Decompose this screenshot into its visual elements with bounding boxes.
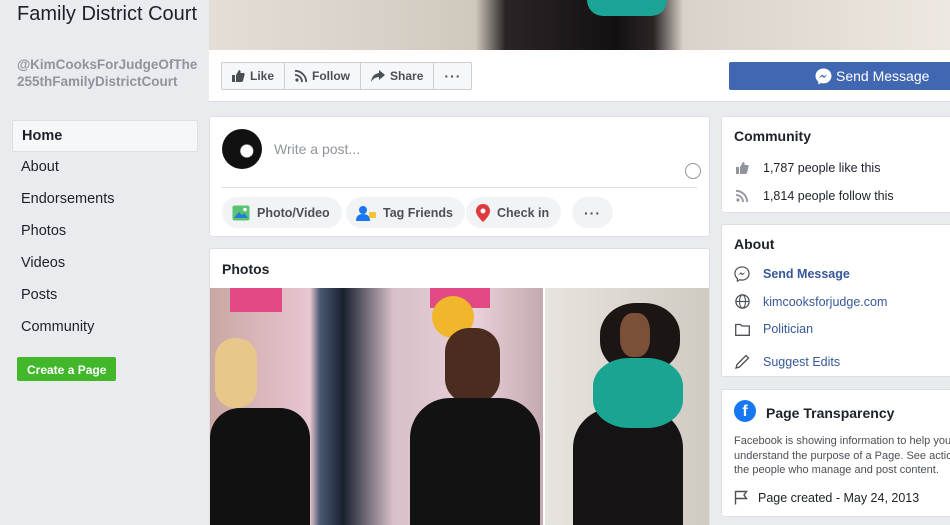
tag-friends-label: Tag Friends [383, 205, 453, 220]
nav-item-videos[interactable]: Videos [12, 248, 198, 280]
website-label: kimcooksforjudge.com [763, 294, 888, 309]
write-post-input[interactable]: Write a post... [274, 141, 360, 157]
page-transparency-card: f Page Transparency Facebook is showing … [721, 389, 950, 517]
thumbs-up-icon [735, 162, 749, 174]
community-card: Community 1,787 people like this 1,814 p… [721, 116, 950, 213]
rss-icon [295, 70, 308, 82]
share-label: Share [390, 69, 424, 83]
category-label: Politician [763, 322, 814, 336]
photos-title[interactable]: Photos [222, 261, 269, 277]
avatar[interactable] [222, 129, 262, 169]
photo-icon [232, 205, 250, 220]
page-handle[interactable]: @KimCooksForJudgeOfThe255thFamilyDistric… [17, 56, 199, 90]
likes-row: 1,787 people like this [734, 161, 880, 175]
facebook-logo-icon: f [734, 400, 756, 422]
photo-thumbnail[interactable] [545, 288, 709, 525]
messenger-icon [815, 68, 832, 84]
create-page-button[interactable]: Create a Page [17, 357, 117, 381]
action-button-group: Like Follow Share ··· [221, 62, 473, 90]
likes-count: 1,787 people like this [763, 161, 881, 175]
follow-button[interactable]: Follow [285, 63, 362, 89]
community-title[interactable]: Community [734, 128, 811, 144]
page-transparency-description: Facebook is showing information to help … [734, 435, 950, 476]
left-nav: Home About Endorsements Photos Videos Po… [12, 120, 198, 344]
nav-item-community[interactable]: Community [12, 312, 198, 344]
about-send-message-label: Send Message [763, 267, 850, 281]
suggest-edits-link[interactable]: Suggest Edits [734, 354, 840, 369]
follows-count: 1,814 people follow this [763, 189, 894, 203]
share-arrow-icon [371, 70, 386, 82]
check-in-label: Check in [497, 205, 550, 220]
send-message-label: Send Message [836, 68, 930, 84]
nav-item-endorsements[interactable]: Endorsements [12, 184, 198, 216]
photo-video-button[interactable]: Photo/Video [222, 197, 342, 228]
follows-row: 1,814 people follow this [734, 189, 894, 203]
nav-item-home[interactable]: Home [12, 120, 198, 152]
messenger-icon [734, 266, 750, 282]
tag-friends-icon [356, 205, 376, 221]
post-composer: Write a post... Photo/Video Tag Friends … [209, 116, 710, 237]
nav-item-posts[interactable]: Posts [12, 280, 198, 312]
pencil-icon [734, 354, 749, 369]
photo-thumbnail[interactable] [210, 288, 543, 525]
more-icon: ··· [584, 204, 601, 221]
like-label: Like [250, 69, 275, 83]
website-link[interactable]: kimcooksforjudge.com [734, 294, 887, 309]
about-send-message[interactable]: Send Message [734, 266, 850, 282]
photo-video-label: Photo/Video [257, 205, 330, 220]
globe-icon [734, 294, 750, 309]
more-actions-button[interactable]: ··· [434, 63, 471, 89]
composer-more-button[interactable]: ··· [572, 197, 613, 228]
emoji-icon[interactable] [685, 163, 701, 179]
page-action-bar: Like Follow Share ··· Send Message [209, 50, 950, 102]
nav-item-about[interactable]: About [12, 152, 198, 184]
divider [222, 187, 697, 188]
send-message-button[interactable]: Send Message [729, 62, 950, 90]
flag-icon [734, 490, 748, 505]
page-transparency-title[interactable]: Page Transparency [766, 405, 894, 421]
page-created-label: Page created - May 24, 2013 [758, 490, 920, 505]
about-card: About Send Message kimcooksforjudge.com … [721, 224, 950, 377]
thumbs-up-icon [232, 70, 245, 82]
cover-photo[interactable] [209, 0, 950, 50]
more-icon: ··· [444, 68, 462, 84]
share-button[interactable]: Share [361, 63, 435, 89]
category-link[interactable]: Politician [734, 322, 813, 336]
tag-friends-button[interactable]: Tag Friends [346, 197, 465, 228]
check-in-button[interactable]: Check in [466, 197, 562, 228]
nav-item-photos[interactable]: Photos [12, 216, 198, 248]
photos-card: Photos [209, 248, 710, 525]
like-button[interactable]: Like [222, 63, 286, 89]
location-pin-icon [476, 203, 490, 222]
about-title[interactable]: About [734, 236, 774, 252]
follow-label: Follow [312, 69, 351, 83]
suggest-edits-label: Suggest Edits [763, 354, 841, 369]
page-created-row: Page created - May 24, 2013 [734, 490, 919, 505]
folder-icon [734, 323, 750, 336]
rss-icon [736, 190, 748, 202]
page-title: Family District Court [17, 3, 198, 25]
